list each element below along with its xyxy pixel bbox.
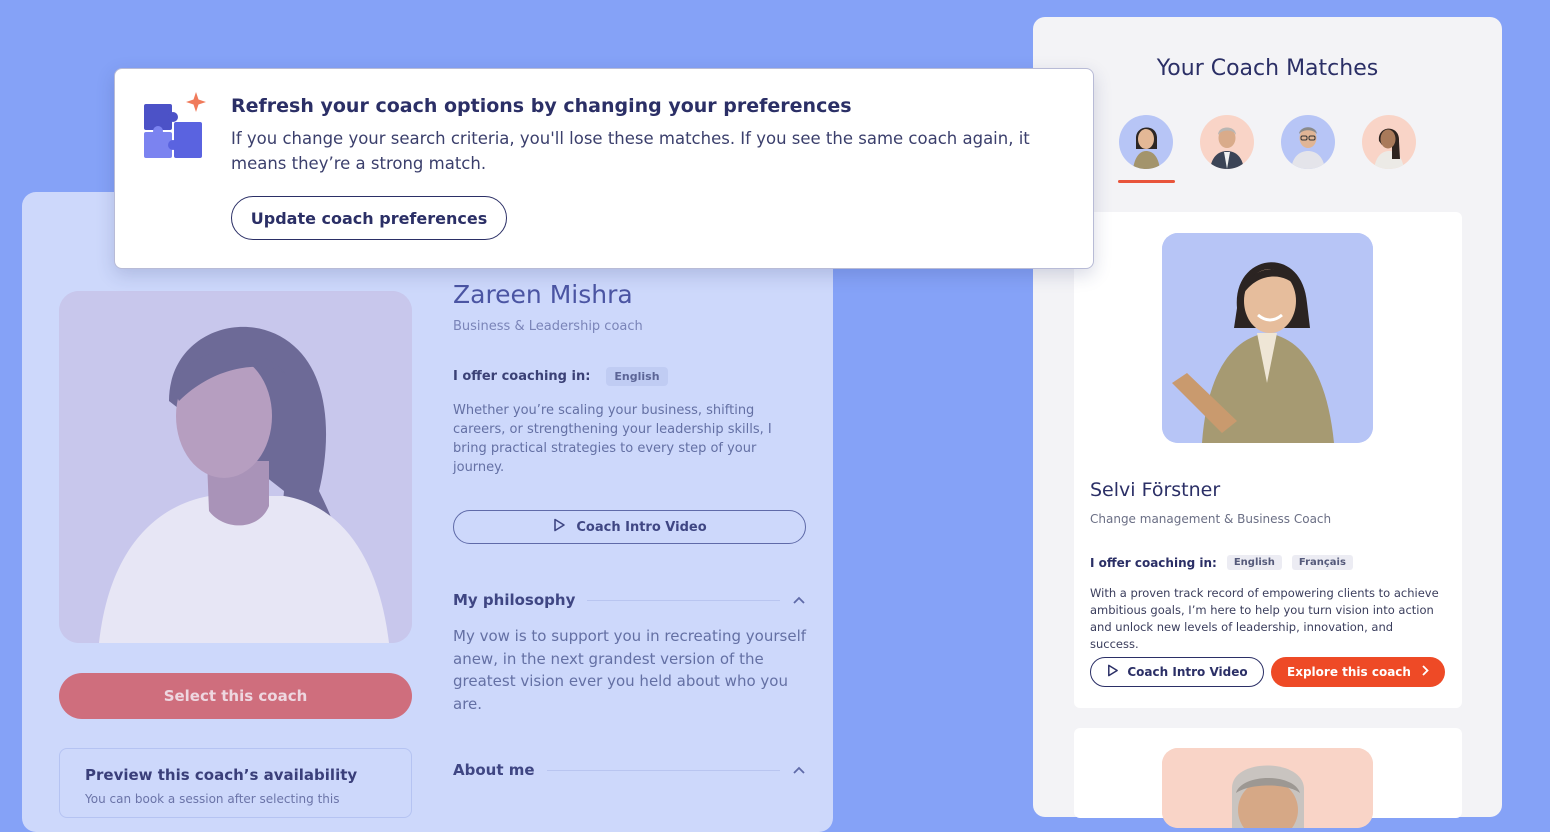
intro-video-label: Coach Intro Video: [1127, 665, 1248, 679]
philosophy-title: My philosophy: [453, 591, 576, 609]
play-icon: [552, 518, 566, 536]
chevron-right-icon: [1421, 665, 1429, 679]
coach-intro-video-button[interactable]: Coach Intro Video: [453, 510, 806, 544]
philosophy-section-header[interactable]: My philosophy: [453, 591, 806, 609]
coach-bio: Whether you’re scaling your business, sh…: [453, 403, 772, 475]
coach-name: Zareen Mishra: [453, 280, 633, 309]
match-coach-role: Change management & Business Coach: [1090, 512, 1332, 526]
language-tag: Français: [1291, 555, 1353, 570]
selected-avatar-indicator: [1118, 180, 1175, 183]
explore-coach-button[interactable]: Explore this coach: [1271, 657, 1445, 687]
select-coach-button[interactable]: Select this coach: [59, 673, 412, 719]
offer-label: I offer coaching in:: [453, 369, 591, 384]
match-coach-name: Selvi Förstner: [1090, 479, 1221, 501]
update-preferences-button[interactable]: Update coach preferences: [231, 196, 507, 240]
coach-avatar[interactable]: [1362, 115, 1416, 169]
about-title: About me: [453, 761, 535, 779]
coach-role: Business & Leadership coach: [453, 319, 643, 334]
intro-video-label: Coach Intro Video: [576, 519, 707, 535]
popup-title: Refresh your coach options by changing y…: [231, 95, 852, 117]
explore-label: Explore this coach: [1287, 665, 1411, 679]
match-coach-bio: With a proven track record of empowering…: [1090, 586, 1439, 651]
availability-title: Preview this coach’s availability: [85, 766, 358, 784]
coach-photo: [59, 291, 412, 643]
play-icon: [1106, 664, 1119, 680]
divider: [587, 599, 780, 601]
match-coaching-languages: I offer coaching in: English Français: [1090, 555, 1353, 570]
matches-title: Your Coach Matches: [1156, 56, 1379, 81]
availability-preview[interactable]: Preview this coach’s availability You ca…: [59, 748, 412, 818]
chevron-up-icon[interactable]: [792, 763, 806, 777]
match-coach-photo: [1162, 748, 1373, 828]
offer-label: I offer coaching in:: [1090, 555, 1217, 570]
match-coach-photo: [1162, 233, 1373, 443]
match-intro-video-button[interactable]: Coach Intro Video: [1090, 657, 1264, 687]
language-tag: English: [1226, 555, 1282, 570]
popup-body: If you change your search criteria, you'…: [231, 129, 1030, 173]
coach-avatar[interactable]: [1119, 115, 1173, 169]
philosophy-text: My vow is to support you in recreating y…: [453, 627, 807, 713]
coaching-languages: I offer coaching in: English: [453, 367, 668, 386]
coach-avatar[interactable]: [1281, 115, 1335, 169]
chevron-up-icon[interactable]: [792, 593, 806, 607]
divider: [546, 769, 780, 771]
about-section-header[interactable]: About me: [453, 761, 806, 779]
availability-subtitle: You can book a session after selecting t…: [85, 792, 340, 806]
puzzle-sparkle-icon: [140, 92, 206, 162]
coach-avatar[interactable]: [1200, 115, 1254, 169]
language-tag: English: [606, 367, 668, 386]
